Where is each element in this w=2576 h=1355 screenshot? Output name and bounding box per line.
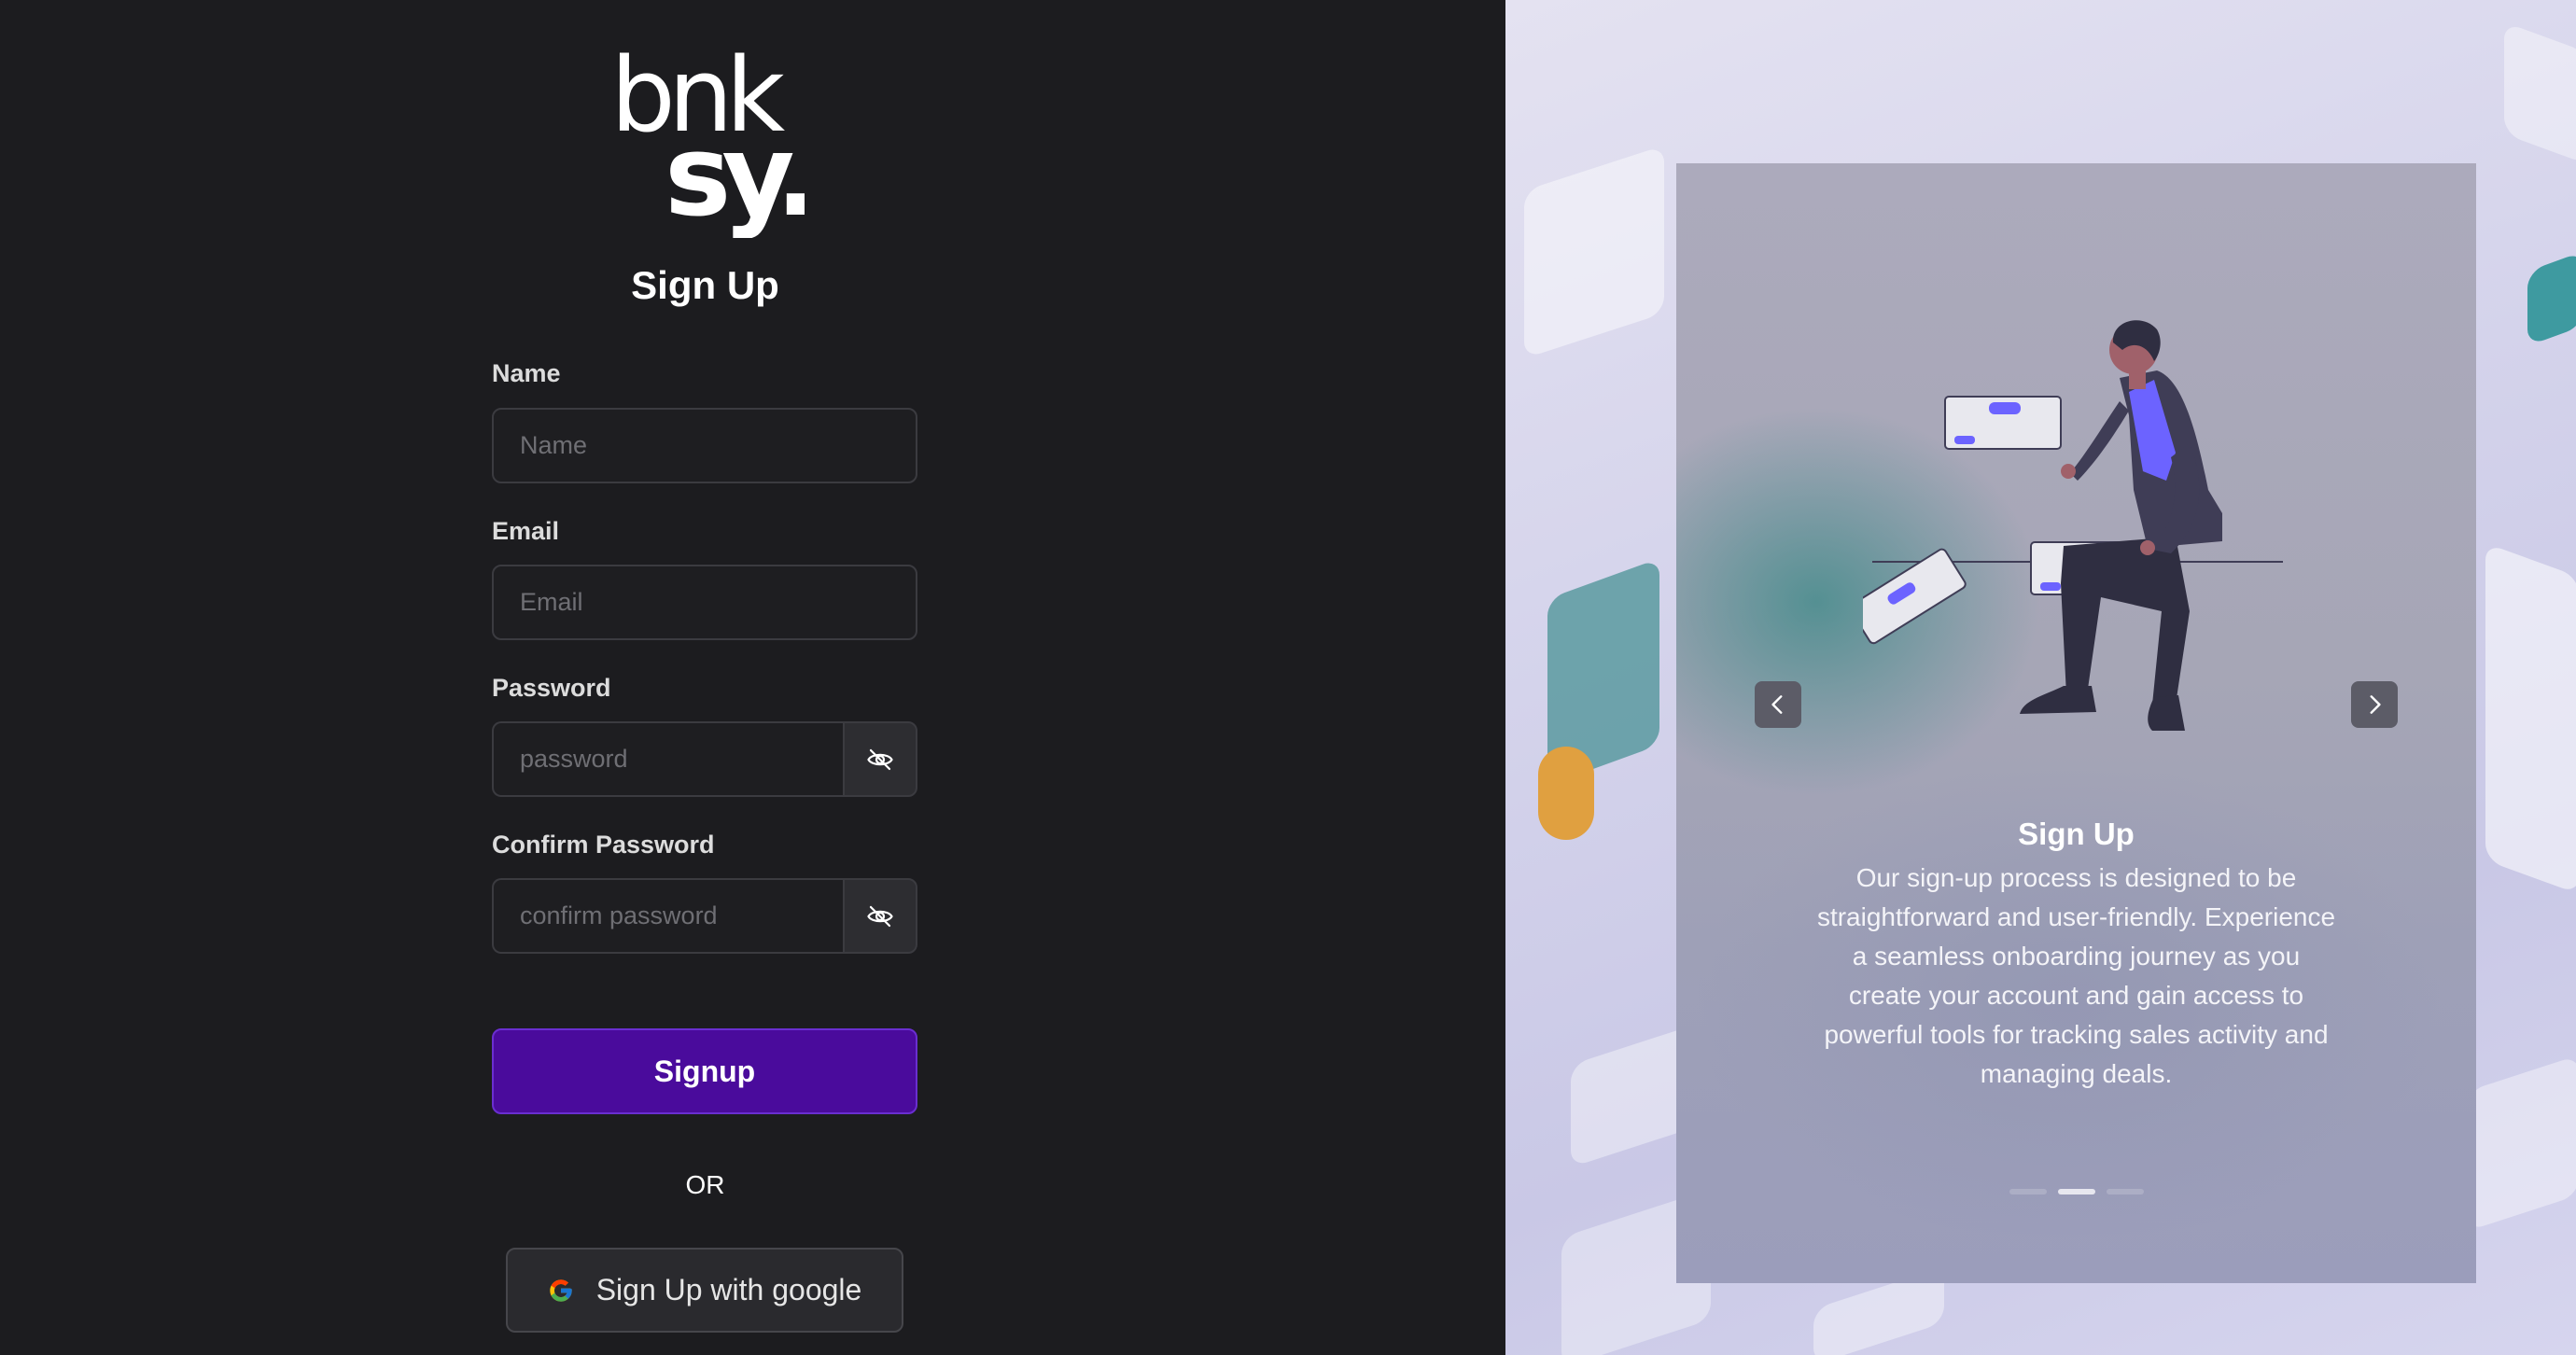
page-title: Sign Up bbox=[631, 263, 779, 307]
name-label: Name bbox=[492, 359, 561, 387]
decorative-tile bbox=[2504, 21, 2576, 165]
decorative-tile bbox=[2467, 1055, 2576, 1232]
promo-panel: Sign Up Our sign-up process is designed … bbox=[1505, 0, 2576, 1355]
chevron-right-icon bbox=[2370, 695, 2381, 714]
confirm-password-label: Confirm Password bbox=[492, 831, 715, 859]
carousel-prev-button[interactable] bbox=[1755, 681, 1801, 728]
decorative-bag bbox=[1538, 747, 1594, 840]
or-divider: OR bbox=[685, 1170, 725, 1199]
eye-off-icon bbox=[867, 748, 893, 770]
carousel-indicators bbox=[1676, 1189, 2476, 1194]
name-input[interactable] bbox=[492, 408, 917, 483]
google-icon bbox=[550, 1278, 572, 1302]
decorative-tile bbox=[2527, 251, 2576, 346]
toggle-password-visibility-button[interactable] bbox=[843, 721, 917, 797]
signup-button[interactable]: Signup bbox=[492, 1028, 917, 1114]
password-input[interactable] bbox=[492, 721, 845, 797]
signup-illustration bbox=[1863, 320, 2283, 731]
google-signup-button[interactable]: Sign Up with google bbox=[506, 1248, 903, 1333]
confirm-password-field bbox=[492, 878, 917, 954]
logo-line2: sy. bbox=[665, 112, 805, 238]
decorative-tile bbox=[2485, 542, 2576, 895]
email-label: Email bbox=[492, 517, 560, 545]
password-label: Password bbox=[492, 674, 611, 702]
password-field bbox=[492, 721, 917, 797]
carousel-dot[interactable] bbox=[2106, 1189, 2144, 1194]
decorative-tile bbox=[1571, 1025, 1692, 1168]
confirm-password-input[interactable] bbox=[492, 878, 845, 954]
carousel-dot[interactable] bbox=[2009, 1189, 2047, 1194]
email-input[interactable] bbox=[492, 565, 917, 640]
carousel-title: Sign Up bbox=[2018, 817, 2135, 851]
carousel-description: Our sign-up process is designed to be st… bbox=[1816, 863, 2336, 1088]
carousel-dot-active[interactable] bbox=[2057, 1189, 2095, 1194]
google-signup-label: Sign Up with google bbox=[595, 1273, 862, 1306]
toggle-confirm-password-visibility-button[interactable] bbox=[843, 878, 917, 954]
carousel-next-button[interactable] bbox=[2351, 681, 2398, 728]
carousel-card: Sign Up Our sign-up process is designed … bbox=[1676, 163, 2476, 1283]
eye-off-icon bbox=[867, 905, 893, 927]
decorative-tile bbox=[1524, 145, 1664, 359]
chevron-left-icon bbox=[1771, 695, 1783, 714]
bnksy-logo: bnk sy. bbox=[610, 37, 805, 238]
signup-panel: bnk sy. Sign Up Name Email Password Conf… bbox=[0, 0, 1505, 1355]
